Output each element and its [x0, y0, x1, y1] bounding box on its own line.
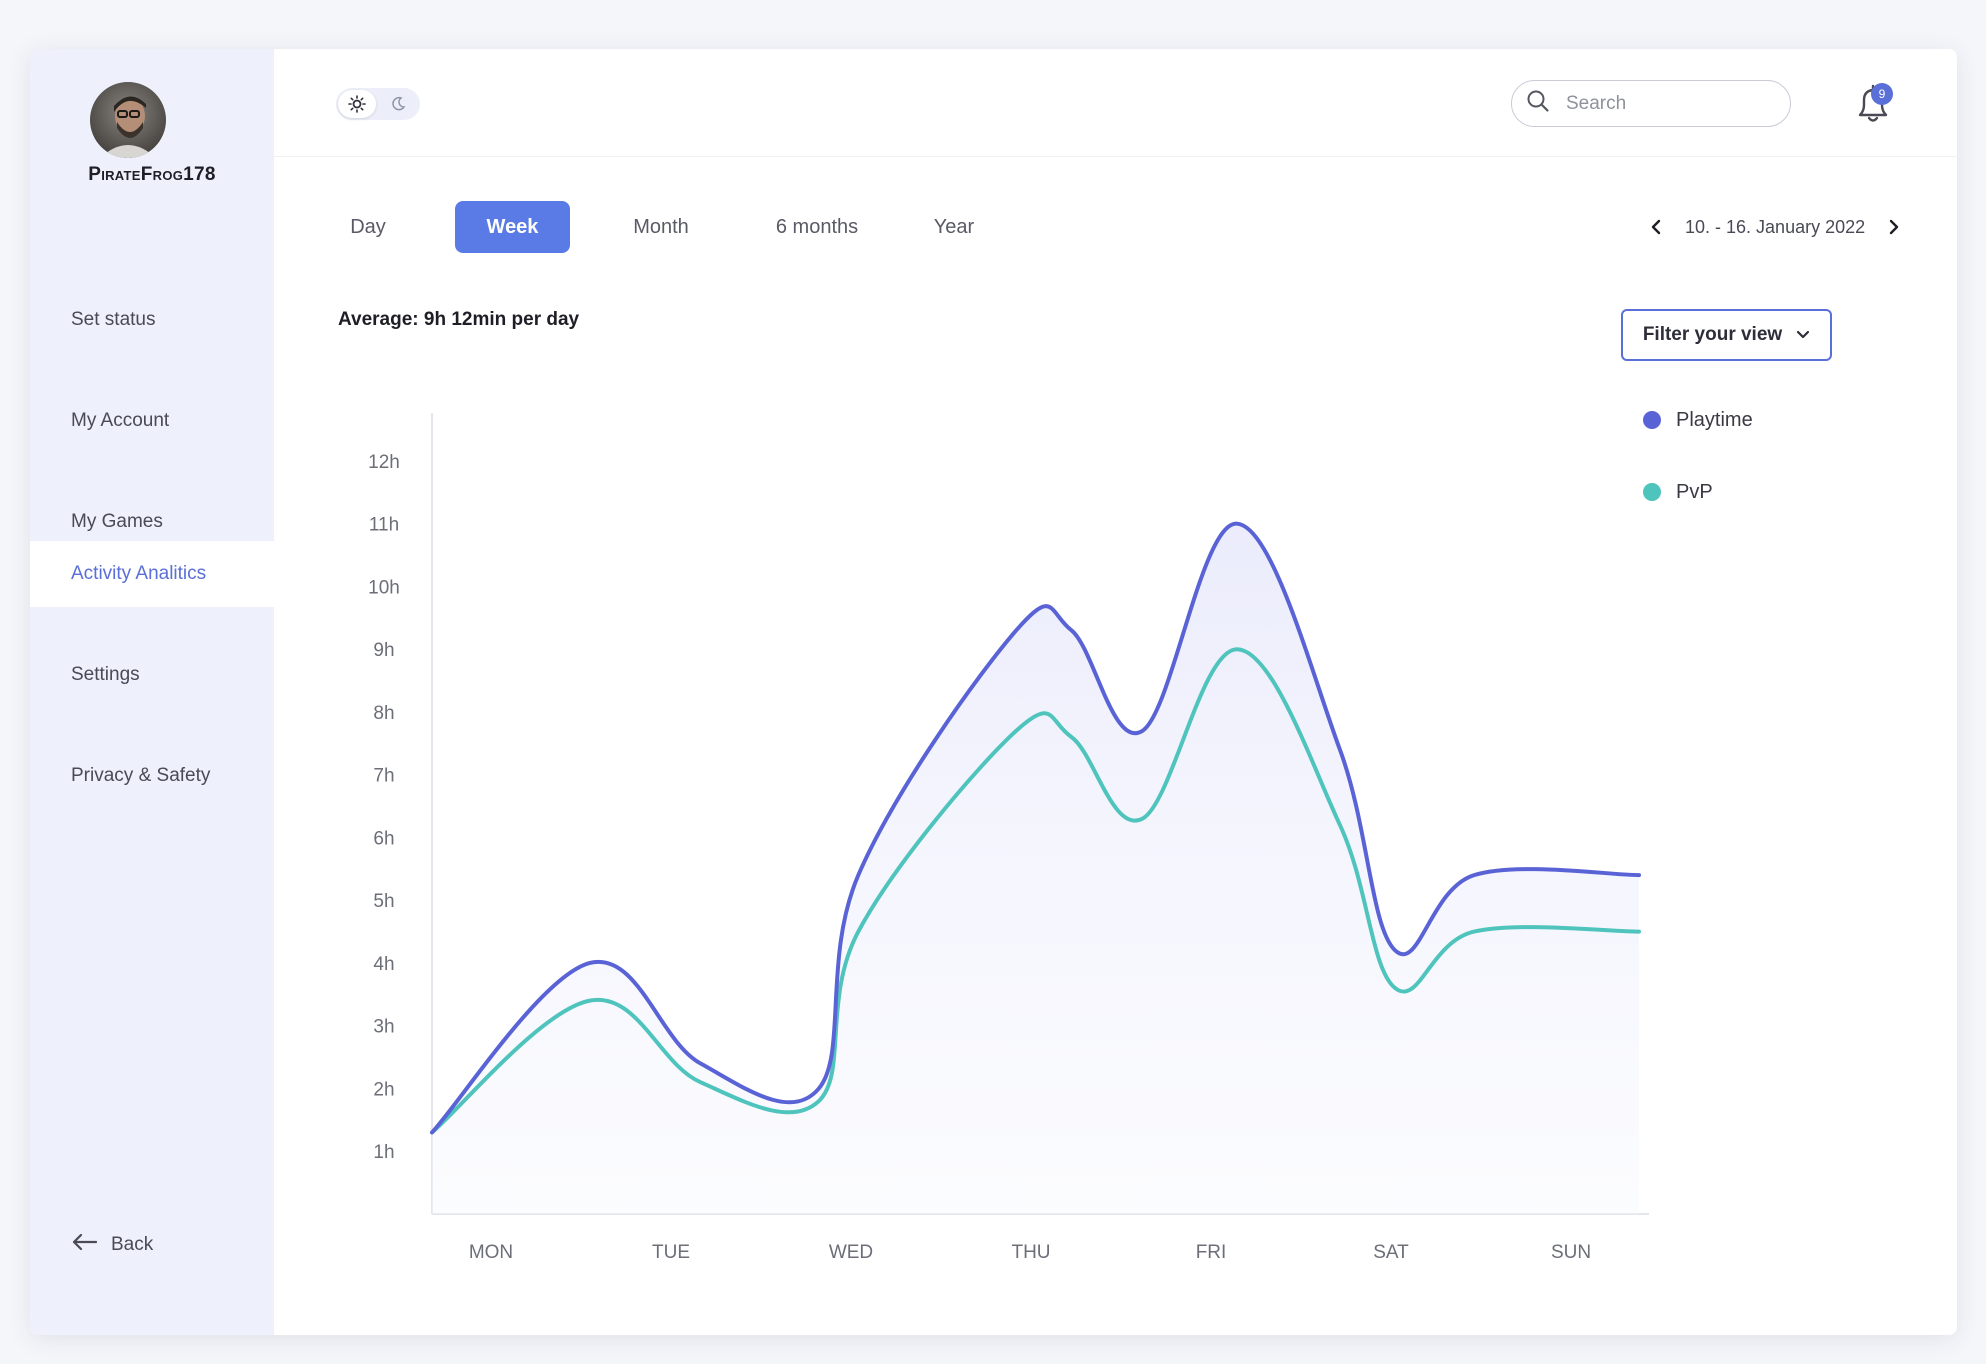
- chevron-right-icon[interactable]: [1881, 212, 1907, 242]
- date-range-label: 10. - 16. January 2022: [1685, 216, 1866, 237]
- y-tick-label: 3h: [373, 1017, 394, 1038]
- sidebar-item-my-account[interactable]: My Account: [30, 388, 274, 454]
- x-tick-label: WED: [829, 1242, 873, 1263]
- average-label: Average: 9h 12min per day: [338, 309, 580, 330]
- y-tick-label: 8h: [373, 703, 394, 724]
- y-tick-label: 7h: [373, 766, 394, 787]
- notification-badge: 9: [1871, 83, 1893, 105]
- y-tick-label: 11h: [369, 515, 399, 536]
- legend-label-playtime: Playtime: [1676, 408, 1753, 431]
- y-tick-label: 6h: [373, 828, 394, 849]
- y-tick-label: 9h: [373, 640, 394, 661]
- search-icon: [1526, 89, 1550, 118]
- username: PirateFrog178: [88, 164, 216, 185]
- back-label: Back: [111, 1234, 154, 1255]
- chevron-left-icon[interactable]: [1643, 212, 1669, 242]
- bell-icon: [1850, 84, 1896, 131]
- chevron-down-icon: [1796, 324, 1810, 346]
- sun-icon: [338, 90, 376, 118]
- main-panel: 9 Day Week Month 6 months Year 10. - 16.…: [274, 49, 1957, 1335]
- sidebar-item-privacy-safety[interactable]: Privacy & Safety: [30, 743, 274, 809]
- back-button[interactable]: Back: [71, 1230, 153, 1260]
- avatar[interactable]: [90, 82, 166, 158]
- y-tick-label: 12h: [368, 452, 400, 473]
- series-line-pvp[interactable]: [430, 647, 1641, 1135]
- legend-dot-playtime: [1643, 411, 1661, 429]
- series-area-playtime: [432, 523, 1639, 1214]
- tab-6-months[interactable]: 6 months: [742, 201, 892, 253]
- moon-icon[interactable]: [386, 94, 410, 114]
- y-tick-label: 10h: [368, 577, 400, 598]
- y-tick-label: 1h: [373, 1142, 394, 1163]
- theme-toggle[interactable]: [336, 88, 420, 120]
- x-tick-label: TUE: [652, 1242, 690, 1263]
- tab-year[interactable]: Year: [904, 201, 1004, 253]
- x-tick-label: MON: [469, 1242, 513, 1263]
- notifications-button[interactable]: 9: [1850, 81, 1896, 127]
- search-box[interactable]: [1511, 80, 1791, 127]
- sidebar-item-set-status[interactable]: Set status: [30, 287, 274, 353]
- search-input[interactable]: [1566, 92, 1766, 115]
- top-bar: 9: [274, 49, 1957, 157]
- legend-item-pvp[interactable]: PvP: [1643, 477, 1713, 507]
- sidebar: PirateFrog178 Set status My Account My G…: [30, 49, 274, 1335]
- x-tick-label: SAT: [1373, 1242, 1409, 1263]
- x-tick-label: THU: [1011, 1242, 1050, 1263]
- legend-label-pvp: PvP: [1676, 480, 1713, 503]
- tab-month[interactable]: Month: [606, 201, 716, 253]
- legend-item-playtime[interactable]: Playtime: [1643, 405, 1753, 435]
- y-tick-label: 4h: [373, 954, 394, 975]
- tab-day[interactable]: Day: [332, 201, 404, 253]
- filter-label: Filter your view: [1642, 324, 1783, 345]
- y-tick-label: 5h: [373, 891, 394, 912]
- series-line-playtime[interactable]: [430, 521, 1641, 1135]
- date-range-nav: 10. - 16. January 2022: [1643, 212, 1907, 242]
- legend-dot-pvp: [1643, 483, 1661, 501]
- arrow-left-icon: [71, 1233, 98, 1257]
- tab-week[interactable]: Week: [455, 201, 570, 253]
- app-window: PirateFrog178 Set status My Account My G…: [30, 49, 1957, 1335]
- sidebar-item-settings[interactable]: Settings: [30, 642, 274, 708]
- y-tick-label: 2h: [373, 1079, 394, 1100]
- filter-view-button[interactable]: Filter your view: [1621, 309, 1832, 361]
- sidebar-item-activity-analytics[interactable]: Activity Analitics: [30, 541, 274, 607]
- x-tick-label: SUN: [1551, 1242, 1591, 1263]
- x-tick-label: FRI: [1196, 1242, 1227, 1263]
